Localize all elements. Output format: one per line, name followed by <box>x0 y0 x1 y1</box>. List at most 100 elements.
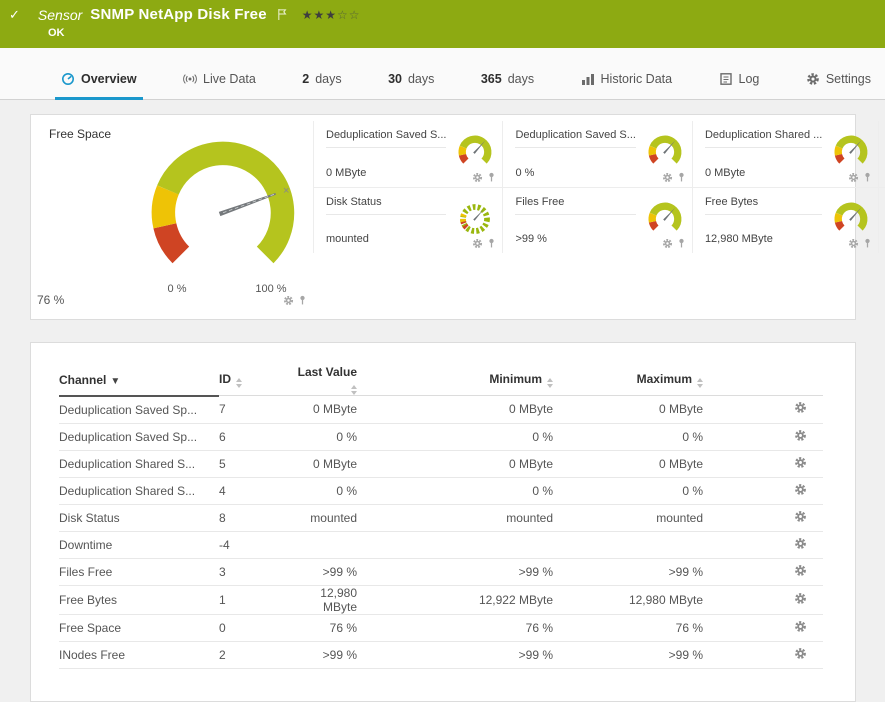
status-ring-gauge <box>452 198 498 240</box>
channel-settings-gear-icon[interactable] <box>794 620 807 633</box>
tab-bar: Overview Live Data 2 days 30 days 365 da… <box>0 48 885 100</box>
table-row: INodes Free 2 >99 % >99 % >99 % <box>59 641 823 668</box>
channel-settings-gear-icon[interactable] <box>794 429 807 442</box>
gauge-cell-disk-status[interactable]: Disk Status mounted <box>313 187 502 253</box>
column-header-channel[interactable]: Channel▼ <box>59 365 219 396</box>
gauge-pin-icon[interactable] <box>676 238 687 249</box>
gauge-pin-icon[interactable] <box>862 172 873 183</box>
gauge-settings-gear-icon[interactable] <box>848 172 859 183</box>
table-row: Files Free 3 >99 % >99 % >99 % <box>59 558 823 585</box>
channel-name-link[interactable]: Downtime <box>59 538 112 552</box>
channel-id: 3 <box>219 558 287 585</box>
channel-table-panel: Channel▼ ID Last Value Minimum Maximum D… <box>30 342 856 702</box>
gauge-settings-gear-icon[interactable] <box>472 238 483 249</box>
priority-flag-icon[interactable] <box>277 8 288 21</box>
gauge-settings-gear-icon[interactable] <box>848 238 859 249</box>
channel-name-link[interactable]: Deduplication Saved Sp... <box>59 403 197 417</box>
channel-name-link[interactable]: Files Free <box>59 565 112 579</box>
gauge-settings-gear-icon[interactable] <box>662 238 673 249</box>
channel-last-value: 0 MByte <box>287 396 357 424</box>
mini-gauge-title: Deduplication Shared ... <box>705 125 822 148</box>
channel-name-link[interactable]: Deduplication Saved Sp... <box>59 430 197 444</box>
gauge-cell-free-bytes[interactable]: Free Bytes 12,980 MByte <box>692 187 878 253</box>
gauge-cell-inodes-free[interactable]: INodes Free >99 % <box>878 187 885 253</box>
channel-name-link[interactable]: Disk Status <box>59 511 120 525</box>
table-row: Deduplication Saved Sp... 6 0 % 0 % 0 % <box>59 423 823 450</box>
free-space-gauge[interactable] <box>103 127 343 285</box>
gauge-cell-dedup-saved-percent[interactable]: Deduplication Saved S... 0 % <box>502 121 691 187</box>
mini-gauge-title: Disk Status <box>326 192 446 215</box>
main-gauge-value: 76 % <box>37 293 64 307</box>
channel-settings-gear-icon[interactable] <box>794 564 807 577</box>
main-gauge-max-label: 100 % <box>249 283 293 295</box>
status-ok-check-icon: ✓ <box>9 8 20 21</box>
tab-settings[interactable]: Settings <box>800 72 877 100</box>
table-row: Free Bytes 1 12,980 MByte 12,922 MByte 1… <box>59 585 823 614</box>
tab-live-data[interactable]: Live Data <box>177 72 262 100</box>
channel-minimum: >99 % <box>357 558 553 585</box>
gauge-cell-dedup-saved-bytes[interactable]: Deduplication Saved S... 0 MByte <box>313 121 502 187</box>
favorite-rating-stars[interactable]: ★★★☆☆ <box>302 8 361 22</box>
channel-last-value: 76 % <box>287 614 357 641</box>
table-row: Deduplication Shared S... 4 0 % 0 % 0 % <box>59 477 823 504</box>
gauge-pin-icon[interactable] <box>486 238 497 249</box>
bar-chart-icon <box>581 72 595 86</box>
gauge-settings-gear-icon[interactable] <box>283 295 294 306</box>
gauge-settings-gear-icon[interactable] <box>662 172 673 183</box>
column-header-id[interactable]: ID <box>219 365 287 396</box>
channel-id: 2 <box>219 641 287 668</box>
gauge-cell-files-free[interactable]: Files Free >99 % <box>502 187 691 253</box>
channel-settings-gear-icon[interactable] <box>794 647 807 660</box>
channel-settings-gear-icon[interactable] <box>794 401 807 414</box>
tab-overview[interactable]: Overview <box>55 72 143 100</box>
channel-name-link[interactable]: Free Space <box>59 621 121 635</box>
channel-settings-gear-icon[interactable] <box>794 537 807 550</box>
tab-2-days[interactable]: 2 days <box>296 72 347 100</box>
channel-minimum: 0 MByte <box>357 450 553 477</box>
gauge-pin-icon[interactable] <box>862 238 873 249</box>
tab-30-days[interactable]: 30 days <box>382 72 440 100</box>
mini-gauge <box>828 198 874 240</box>
mini-gauge-value: 12,980 MByte <box>705 233 773 245</box>
channel-settings-gear-icon[interactable] <box>794 592 807 605</box>
channel-maximum: >99 % <box>553 558 703 585</box>
gauge-needle-tip-marker: × <box>283 185 289 197</box>
table-row: Downtime -4 <box>59 531 823 558</box>
gauge-cell-dedup-shared-percent[interactable]: Deduplication Shared ... 0 % <box>878 121 885 187</box>
tab-label: Settings <box>826 72 871 86</box>
channel-last-value: 0 % <box>287 423 357 450</box>
channel-settings-gear-icon[interactable] <box>794 483 807 496</box>
column-header-maximum[interactable]: Maximum <box>553 365 703 396</box>
channel-last-value: mounted <box>287 504 357 531</box>
channel-settings-gear-icon[interactable] <box>794 456 807 469</box>
tab-365-days[interactable]: 365 days <box>475 72 540 100</box>
tab-label: days <box>508 72 534 86</box>
channel-id: 4 <box>219 477 287 504</box>
channel-name-link[interactable]: Deduplication Shared S... <box>59 484 195 498</box>
tab-label: Live Data <box>203 72 256 86</box>
sensor-status-badge: OK <box>48 27 885 39</box>
sort-toggle-icon <box>236 378 242 388</box>
gauge-pin-icon[interactable] <box>297 295 308 306</box>
channel-id: 7 <box>219 396 287 424</box>
channel-name-link[interactable]: INodes Free <box>59 648 125 662</box>
gauge-cell-dedup-shared-bytes[interactable]: Deduplication Shared ... 0 MByte <box>692 121 878 187</box>
live-data-broadcast-icon <box>183 72 197 86</box>
table-header-row: Channel▼ ID Last Value Minimum Maximum <box>59 365 823 396</box>
gauge-pin-icon[interactable] <box>676 172 687 183</box>
stars-empty: ☆☆ <box>337 8 361 22</box>
tab-label: days <box>315 72 341 86</box>
gauge-settings-gear-icon[interactable] <box>472 172 483 183</box>
gauge-pin-icon[interactable] <box>486 172 497 183</box>
channel-id: 6 <box>219 423 287 450</box>
channel-maximum: 0 MByte <box>553 450 703 477</box>
column-header-last-value[interactable]: Last Value <box>287 365 357 396</box>
column-header-minimum[interactable]: Minimum <box>357 365 553 396</box>
channel-last-value: >99 % <box>287 558 357 585</box>
channel-name-link[interactable]: Deduplication Shared S... <box>59 457 195 471</box>
tab-historic-data[interactable]: Historic Data <box>575 72 679 100</box>
channel-settings-gear-icon[interactable] <box>794 510 807 523</box>
sort-desc-icon: ▼ <box>110 376 120 387</box>
channel-name-link[interactable]: Free Bytes <box>59 593 117 607</box>
tab-log[interactable]: Log <box>713 72 766 100</box>
